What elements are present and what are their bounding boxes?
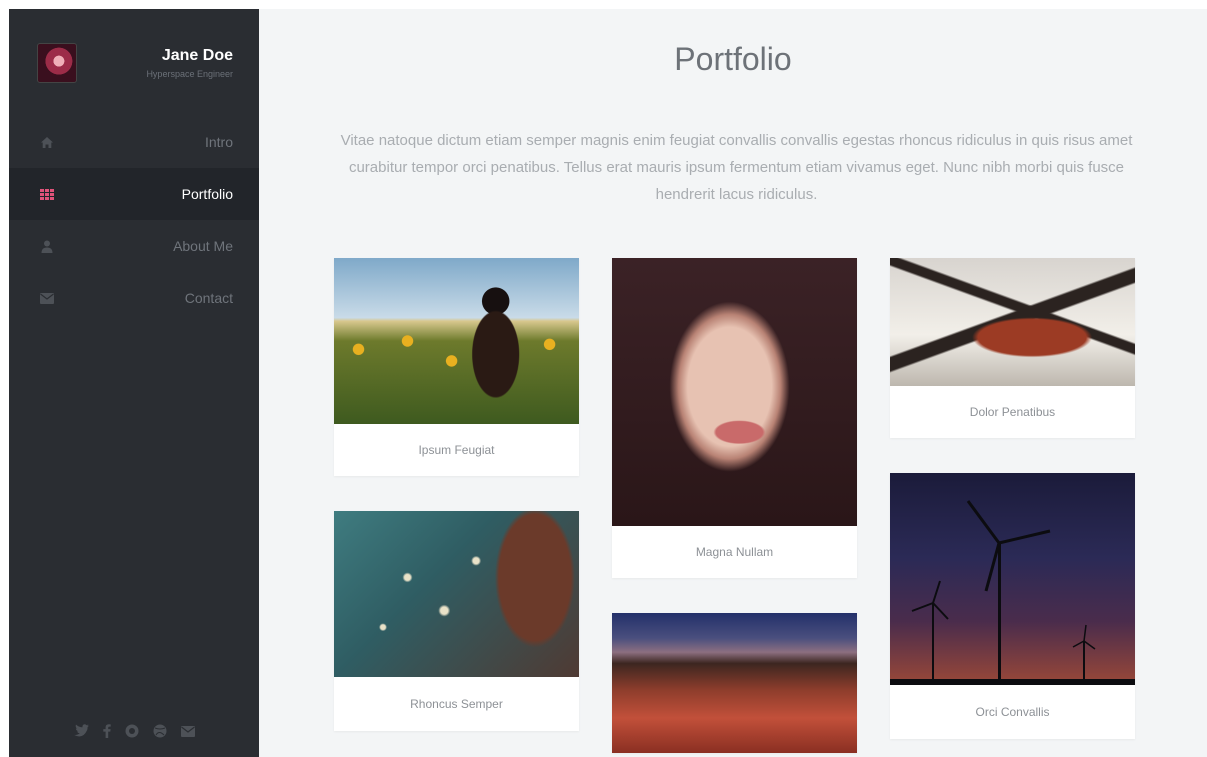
twitter-icon[interactable] (73, 724, 89, 743)
github-icon[interactable] (125, 724, 139, 743)
profile-name: Jane Doe (161, 46, 233, 64)
portfolio-caption: Magna Nullam (695, 545, 774, 559)
sidebar-item-contact[interactable]: Contact (9, 272, 259, 324)
page-title: Portfolio (674, 41, 792, 77)
portfolio-image[interactable] (612, 258, 857, 526)
portfolio-caption: Ipsum Feugiat (418, 443, 495, 457)
portfolio-item[interactable]: Dolor Penatibus (890, 258, 1135, 438)
portfolio-caption: Dolor Penatibus (969, 405, 1056, 419)
profile-role: Hyperspace Engineer (146, 68, 233, 79)
profile: Jane Doe Hyperspace Engineer (9, 9, 259, 116)
sidebar: Jane Doe Hyperspace Engineer Intro Portf… (9, 9, 259, 757)
app-frame: Jane Doe Hyperspace Engineer Intro Portf… (9, 9, 1207, 757)
portfolio-caption: Orci Convallis (975, 705, 1050, 719)
social-links (9, 724, 259, 743)
portfolio-item[interactable]: Orci Convallis (890, 473, 1135, 739)
sidebar-item-label: Contact (184, 290, 233, 306)
portfolio-image[interactable] (890, 473, 1135, 685)
sidebar-item-intro[interactable]: Intro (9, 116, 259, 168)
sidebar-item-about[interactable]: About Me (9, 220, 259, 272)
email-icon[interactable] (180, 724, 195, 743)
portfolio-item[interactable]: Rhoncus Semper (334, 511, 579, 731)
portfolio-item[interactable]: Magna Nullam (612, 258, 857, 578)
grid-icon (39, 187, 55, 201)
portfolio-image[interactable] (334, 258, 579, 424)
portfolio-image[interactable] (890, 258, 1135, 386)
portfolio-image[interactable] (334, 511, 579, 677)
sidebar-item-label: Portfolio (181, 186, 233, 202)
sidebar-item-label: About Me (173, 238, 233, 254)
sidebar-item-label: Intro (204, 134, 233, 150)
wind-turbine-graphic (890, 500, 1135, 685)
sidebar-nav: Intro Portfolio About Me Contact (9, 116, 259, 324)
portfolio-image[interactable] (612, 613, 857, 753)
dribbble-icon[interactable] (153, 724, 167, 743)
intro-text: Vitae natoque dictum etiam semper magnis… (340, 132, 1133, 203)
sidebar-item-portfolio[interactable]: Portfolio (9, 168, 259, 220)
main-content: Portfolio Vitae natoque dictum etiam sem… (259, 9, 1207, 757)
portfolio-item[interactable] (612, 613, 857, 753)
envelope-icon (39, 291, 55, 305)
portfolio-caption: Rhoncus Semper (410, 697, 503, 711)
avatar[interactable] (37, 42, 77, 83)
facebook-icon[interactable] (102, 724, 111, 743)
profile-info: Jane Doe Hyperspace Engineer (146, 47, 233, 79)
home-icon (39, 135, 55, 149)
portfolio-item[interactable]: Ipsum Feugiat (334, 258, 579, 476)
user-icon (39, 239, 55, 253)
